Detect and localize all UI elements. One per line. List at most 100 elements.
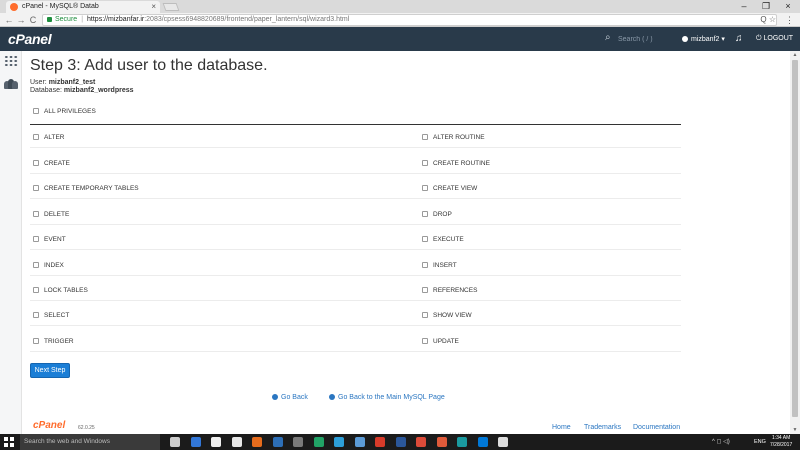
reload-icon[interactable]: C — [27, 13, 39, 27]
privilege-create-view[interactable]: CREATE VIEW — [422, 184, 477, 194]
taskbar-app-icon[interactable] — [190, 437, 201, 447]
taskbar-app-icon[interactable] — [211, 437, 221, 447]
privilege-label: TRIGGER — [44, 338, 74, 345]
scroll-up-icon[interactable]: ▲ — [790, 51, 800, 59]
taskbar-app-icon[interactable] — [375, 437, 385, 447]
users-icon[interactable] — [4, 79, 18, 89]
taskbar-app-icon[interactable] — [354, 437, 365, 447]
back-icon[interactable]: ← — [3, 13, 15, 27]
restore-button[interactable]: ❐ — [756, 0, 776, 13]
logout-label: LOGOUT — [763, 35, 794, 42]
checkbox-icon[interactable] — [422, 337, 428, 344]
privilege-select[interactable]: SELECT — [33, 311, 69, 321]
checkbox-icon[interactable] — [422, 159, 428, 166]
checkbox-icon[interactable] — [422, 210, 428, 217]
footer-home-link[interactable]: Home — [552, 424, 571, 431]
taskbar-app-icon[interactable] — [498, 437, 508, 447]
taskbar-app-icon[interactable] — [272, 437, 283, 447]
tab-close-icon[interactable]: × — [151, 1, 156, 13]
privilege-show-view[interactable]: SHOW VIEW — [422, 311, 472, 321]
privilege-label: CREATE ROUTINE — [433, 160, 490, 167]
privilege-alter[interactable]: ALTER — [33, 133, 64, 143]
checkbox-icon[interactable] — [422, 286, 428, 293]
checkbox-icon[interactable] — [422, 133, 428, 140]
privilege-index[interactable]: INDEX — [33, 261, 64, 271]
taskbar-app-icon[interactable] — [313, 437, 324, 447]
taskbar-app-icon[interactable] — [252, 437, 262, 447]
checkbox-icon[interactable] — [33, 337, 39, 344]
browser-menu-icon[interactable]: ⋮ — [785, 14, 794, 26]
search-input[interactable] — [616, 33, 666, 45]
taskbar-search[interactable]: Search the web and Windows — [20, 434, 160, 450]
checkbox-icon[interactable] — [33, 311, 39, 318]
taskbar-app-icon[interactable] — [231, 437, 242, 447]
address-bar: ← → C Secure | https://mizbanfar.ir:2083/c… — [0, 13, 800, 27]
privilege-label: CREATE VIEW — [433, 185, 478, 192]
privilege-label: INSERT — [433, 262, 457, 269]
forward-icon[interactable]: → — [15, 13, 27, 27]
privilege-create[interactable]: CREATE — [33, 159, 70, 169]
footer-trademarks-link[interactable]: Trademarks — [584, 424, 621, 431]
browser-tab[interactable]: cPanel - MySQL® Datab × — [6, 1, 160, 13]
taskbar-app-icon[interactable] — [170, 437, 180, 447]
tray-icons[interactable]: ^ ◻ ◁) — [712, 438, 730, 445]
privilege-alter-routine[interactable]: ALTER ROUTINE — [422, 133, 485, 143]
privilege-lock-tables[interactable]: LOCK TABLES — [33, 286, 88, 296]
apps-grid-icon[interactable] — [4, 55, 18, 67]
divider — [30, 124, 681, 125]
checkbox-icon[interactable] — [33, 235, 39, 242]
scroll-down-icon[interactable]: ▼ — [790, 426, 800, 434]
url-field[interactable]: Secure | https://mizbanfar.ir:2083/cpsess6… — [42, 14, 777, 26]
scroll-thumb[interactable] — [792, 60, 798, 417]
privilege-create-temporary-tables[interactable]: CREATE TEMPORARY TABLES — [33, 184, 139, 194]
logout-button[interactable]: ⏻ LOGOUT — [756, 35, 793, 43]
checkbox-icon[interactable] — [422, 235, 428, 242]
go-back-link[interactable]: Go Back — [272, 394, 308, 401]
taskbar-app-icon[interactable] — [293, 437, 303, 447]
privilege-insert[interactable]: INSERT — [422, 261, 457, 271]
user-menu[interactable]: mizbanf2 ▾ — [682, 35, 725, 43]
checkbox-icon[interactable] — [422, 311, 428, 318]
taskbar-app-icon[interactable] — [436, 437, 447, 447]
close-window-button[interactable]: × — [778, 0, 798, 13]
tab-title: cPanel - MySQL® Datab — [22, 3, 99, 10]
taskbar-app-icon[interactable] — [457, 437, 467, 447]
taskbar-app-icon[interactable] — [334, 437, 344, 447]
minimize-button[interactable]: – — [734, 0, 754, 13]
page-scrollbar[interactable]: ▲ ▼ — [790, 51, 800, 434]
cpanel-header: cPanel ⌕ mizbanf2 ▾ ♫ ⏻ LOGOUT — [0, 27, 800, 51]
database-info: Database: mizbanf2_wordpress — [30, 87, 134, 94]
privilege-references[interactable]: REFERENCES — [422, 286, 477, 296]
next-step-button[interactable]: Next Step — [30, 363, 70, 378]
checkbox-icon[interactable] — [33, 133, 39, 140]
privilege-execute[interactable]: EXECUTE — [422, 235, 464, 245]
privilege-trigger[interactable]: TRIGGER — [33, 337, 74, 347]
footer-documentation-link[interactable]: Documentation — [633, 424, 680, 431]
taskbar-app-icon[interactable] — [395, 437, 406, 447]
privilege-label: CREATE — [44, 160, 70, 167]
taskbar-app-icon[interactable] — [416, 437, 426, 447]
language-indicator[interactable]: ENG — [754, 439, 766, 445]
privilege-drop[interactable]: DROP — [422, 210, 452, 220]
checkbox-icon[interactable] — [422, 261, 428, 268]
new-tab-button[interactable] — [162, 3, 180, 11]
cpanel-logo[interactable]: cPanel — [8, 31, 52, 47]
checkbox-icon[interactable] — [33, 107, 39, 114]
privilege-delete[interactable]: DELETE — [33, 210, 69, 220]
all-privileges-checkbox[interactable]: ALL PRIVILEGES — [33, 107, 96, 117]
checkbox-icon[interactable] — [33, 184, 39, 191]
privilege-update[interactable]: UPDATE — [422, 337, 459, 347]
checkbox-icon[interactable] — [33, 159, 39, 166]
privilege-create-routine[interactable]: CREATE ROUTINE — [422, 159, 490, 169]
checkbox-icon[interactable] — [422, 184, 428, 191]
clock[interactable]: 1:34 AM 7/28/2017 — [770, 435, 792, 449]
privilege-event[interactable]: EVENT — [33, 235, 66, 245]
checkbox-icon[interactable] — [33, 261, 39, 268]
bookmark-star-icon[interactable]: Q ☆ — [760, 14, 776, 26]
checkbox-icon[interactable] — [33, 210, 39, 217]
checkbox-icon[interactable] — [33, 286, 39, 293]
taskbar-app-icon[interactable] — [477, 437, 488, 447]
bell-icon[interactable]: ♫ — [735, 33, 743, 44]
go-back-main-link[interactable]: Go Back to the Main MySQL Page — [329, 394, 445, 401]
windows-start-icon[interactable] — [4, 437, 14, 447]
